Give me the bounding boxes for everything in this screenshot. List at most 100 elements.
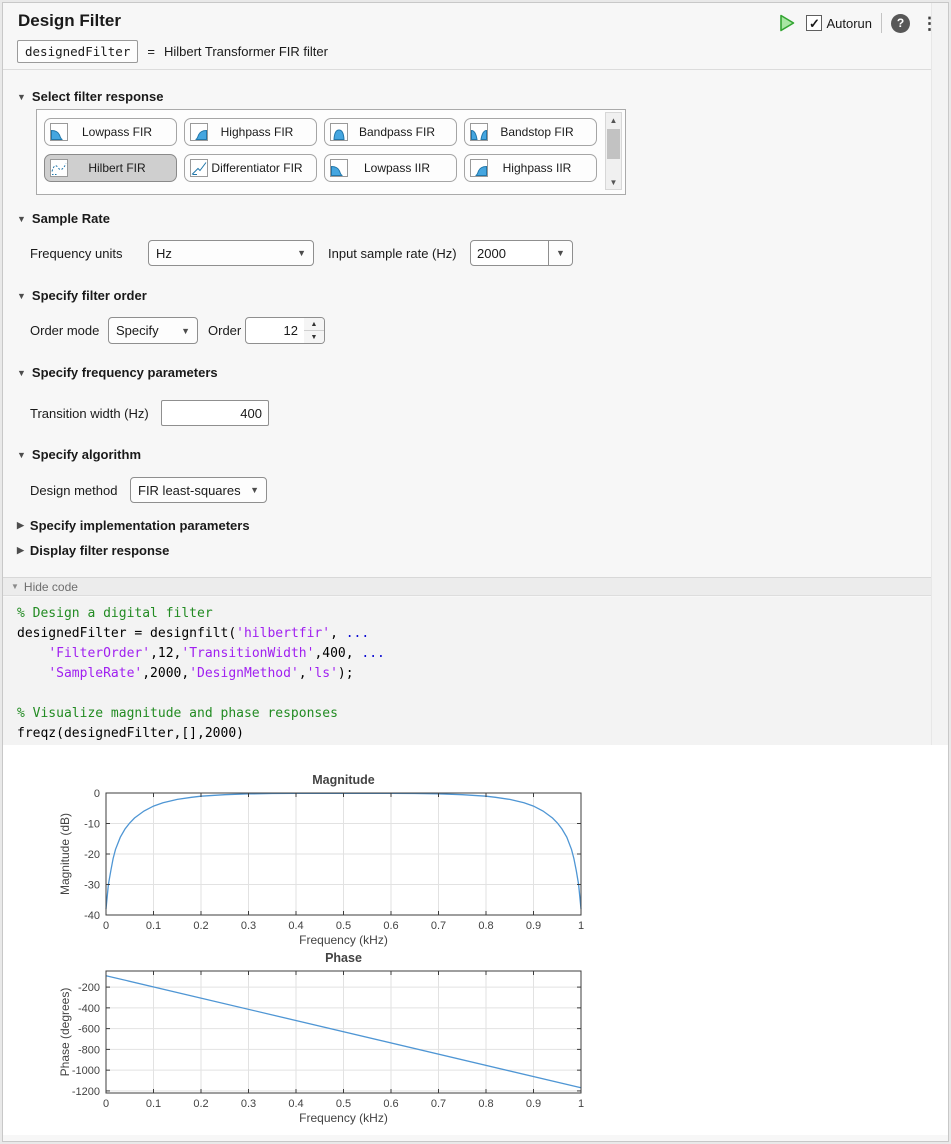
- section-specify-implementation-parameters[interactable]: ▶ Specify implementation parameters: [17, 518, 250, 533]
- svg-text:-30: -30: [84, 880, 100, 892]
- filter-button-differentiator-fir[interactable]: Differentiator FIR: [184, 154, 317, 182]
- svg-text:-10: -10: [84, 819, 100, 831]
- filter-button-label: Highpass FIR: [208, 125, 306, 139]
- section-select-filter-response[interactable]: ▼ Select filter response: [17, 89, 163, 104]
- svg-text:0.5: 0.5: [336, 920, 351, 932]
- run-button[interactable]: [777, 13, 797, 33]
- code-segment-plain: ,12,: [150, 646, 181, 661]
- section-display-filter-response[interactable]: ▶ Display filter response: [17, 543, 169, 558]
- code-segment-plain: freqz(designedFilter,[],2000): [17, 726, 244, 741]
- differentiator-icon: [190, 159, 208, 177]
- svg-text:0.7: 0.7: [431, 1098, 446, 1110]
- filter-button-bandpass-fir[interactable]: Bandpass FIR: [324, 118, 457, 146]
- collapse-triangle-icon: ▼: [17, 92, 26, 102]
- filter-button-label: Bandpass FIR: [348, 125, 446, 139]
- section-specify-filter-order[interactable]: ▼ Specify filter order: [17, 288, 147, 303]
- svg-text:Phase: Phase: [325, 951, 362, 965]
- section-specify-algorithm[interactable]: ▼ Specify algorithm: [17, 447, 141, 462]
- dropdown-value: FIR least-squares: [131, 483, 243, 498]
- filter-button-hilbert-fir[interactable]: Hilbert FIR: [44, 154, 177, 182]
- spinner-down-icon[interactable]: ▼: [304, 331, 324, 343]
- order-label: Order: [208, 323, 241, 338]
- magnitude-chart: 00.10.20.30.40.50.60.70.80.910-10-20-30-…: [3, 749, 643, 954]
- filter-button-lowpass-fir[interactable]: Lowpass FIR: [44, 118, 177, 146]
- collapse-triangle-icon: ▼: [11, 582, 19, 591]
- section-label: Specify frequency parameters: [32, 365, 218, 380]
- scroll-up-icon[interactable]: ▲: [606, 113, 621, 127]
- svg-text:0.2: 0.2: [193, 920, 208, 932]
- code-text: % Design a digital filter designedFilter…: [17, 604, 948, 744]
- filter-button-bandstop-fir[interactable]: Bandstop FIR: [464, 118, 597, 146]
- svg-text:0: 0: [103, 920, 109, 932]
- bandstop-icon: [470, 123, 488, 141]
- autorun-checkbox[interactable]: ✓: [806, 15, 822, 31]
- help-icon[interactable]: ?: [891, 14, 910, 33]
- filter-button-label: Hilbert FIR: [68, 161, 166, 175]
- panel-scrollbar-gutter[interactable]: [931, 3, 949, 745]
- scrollbar-thumb[interactable]: [607, 129, 620, 159]
- order-mode-dropdown[interactable]: Specify ▼: [108, 317, 198, 344]
- phase-plot: 00.10.20.30.40.50.60.70.80.91-200-400-60…: [3, 949, 643, 1142]
- svg-text:-600: -600: [78, 1024, 100, 1036]
- svg-text:Phase (degrees): Phase (degrees): [58, 988, 72, 1077]
- code-segment-plain: [17, 666, 48, 681]
- code-segment-string: 'FilterOrder': [48, 646, 150, 661]
- collapse-triangle-icon: ▼: [17, 450, 26, 460]
- code-segment-ellipsis: ...: [346, 626, 369, 641]
- hilbert-icon: [50, 159, 68, 177]
- play-icon: [777, 13, 797, 33]
- chevron-down-icon: ▼: [243, 485, 266, 495]
- svg-text:Magnitude (dB): Magnitude (dB): [58, 813, 72, 895]
- input-sample-rate-dropdown-button[interactable]: ▼: [548, 240, 573, 266]
- svg-text:-200: -200: [78, 982, 100, 994]
- section-label: Specify algorithm: [32, 447, 141, 462]
- header-divider: [881, 13, 882, 33]
- svg-text:0: 0: [103, 1098, 109, 1110]
- svg-text:Frequency (kHz): Frequency (kHz): [299, 933, 388, 947]
- filter-button-label: Highpass IIR: [488, 161, 586, 175]
- svg-text:Magnitude: Magnitude: [312, 773, 375, 787]
- scroll-down-icon[interactable]: ▼: [606, 175, 621, 189]
- svg-text:0.4: 0.4: [288, 920, 303, 932]
- chevron-down-icon: ▼: [290, 248, 313, 258]
- filter-button-highpass-fir[interactable]: Highpass FIR: [184, 118, 317, 146]
- bandpass-icon: [330, 123, 348, 141]
- filter-button-label: Bandstop FIR: [488, 125, 586, 139]
- section-specify-frequency-parameters[interactable]: ▼ Specify frequency parameters: [17, 365, 218, 380]
- svg-text:-20: -20: [84, 849, 100, 861]
- code-segment-string: 'DesignMethod': [189, 666, 299, 681]
- input-sample-rate-field[interactable]: [470, 240, 549, 266]
- svg-text:0.4: 0.4: [288, 1098, 303, 1110]
- design-method-dropdown[interactable]: FIR least-squares ▼: [130, 477, 267, 503]
- output-variable-field[interactable]: designedFilter: [17, 40, 138, 63]
- collapse-triangle-icon: ▼: [17, 368, 26, 378]
- design-filter-task-panel: Design Filter ✓ Autorun ? ⋮ designedFilt…: [2, 2, 949, 1142]
- svg-text:0.8: 0.8: [478, 920, 493, 932]
- highpass-icon: [470, 159, 488, 177]
- svg-text:-800: -800: [78, 1044, 100, 1056]
- frequency-units-dropdown[interactable]: Hz ▼: [148, 240, 314, 266]
- svg-text:0.1: 0.1: [146, 920, 161, 932]
- generated-code-block[interactable]: % Design a digital filter designedFilter…: [3, 597, 948, 745]
- transition-width-field[interactable]: [161, 400, 269, 426]
- section-sample-rate[interactable]: ▼ Sample Rate: [17, 211, 110, 226]
- dropdown-value: Specify: [109, 323, 174, 338]
- gallery-scrollbar[interactable]: ▲ ▼: [605, 112, 622, 190]
- filter-button-lowpass-iir[interactable]: Lowpass IIR: [324, 154, 457, 182]
- svg-text:0.6: 0.6: [383, 1098, 398, 1110]
- lowpass-filter-icon: [330, 159, 348, 177]
- svg-text:0.7: 0.7: [431, 920, 446, 932]
- highpass-filter-icon: [470, 159, 488, 177]
- spinner-up-icon[interactable]: ▲: [304, 318, 324, 331]
- order-spinner: ▲ ▼: [304, 317, 325, 344]
- order-field[interactable]: [245, 317, 305, 344]
- bandstop-filter-icon: [470, 123, 488, 141]
- phase-chart: 00.10.20.30.40.50.60.70.80.91-200-400-60…: [3, 949, 643, 1142]
- code-segment-plain: );: [338, 666, 354, 681]
- input-sample-rate-label: Input sample rate (Hz): [328, 246, 457, 261]
- svg-text:0.1: 0.1: [146, 1098, 161, 1110]
- svg-text:0.8: 0.8: [478, 1098, 493, 1110]
- hide-code-toggle[interactable]: ▼ Hide code: [3, 577, 948, 596]
- autorun-label: Autorun: [826, 16, 872, 31]
- filter-button-highpass-iir[interactable]: Highpass IIR: [464, 154, 597, 182]
